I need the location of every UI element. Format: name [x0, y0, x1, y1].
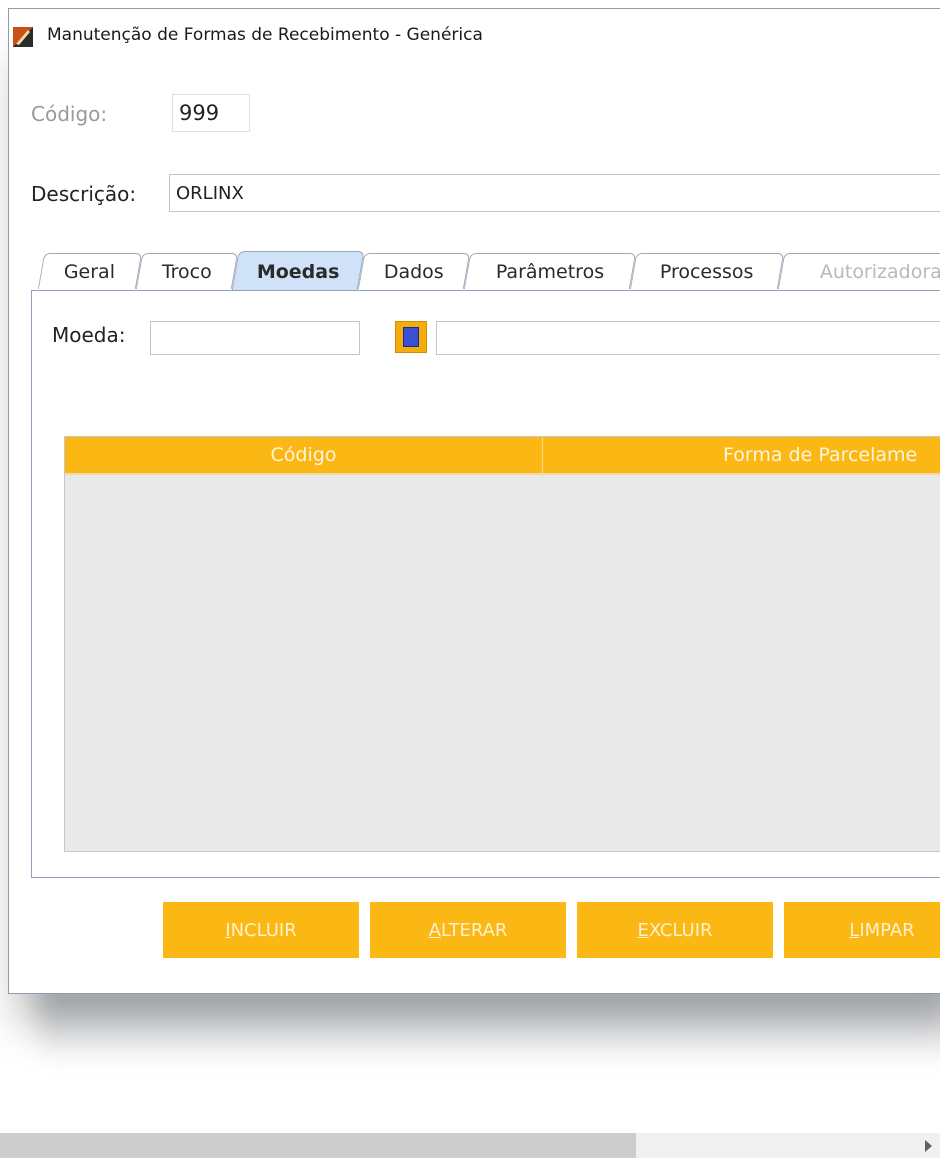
limpar-button[interactable]: L IMPAR: [784, 902, 940, 958]
incluir-button[interactable]: I NCLUIR: [163, 902, 359, 958]
window-title: Manutenção de Formas de Recebimento - Ge…: [47, 25, 483, 45]
lookup-icon: [403, 327, 419, 347]
moeda-description-field: [436, 321, 940, 355]
descricao-field[interactable]: ORLINX: [169, 174, 940, 212]
horizontal-scrollbar[interactable]: [0, 1133, 940, 1158]
moeda-code-field[interactable]: [150, 321, 360, 355]
tab-geral[interactable]: Geral: [37, 253, 143, 289]
moeda-lookup-button[interactable]: [395, 321, 427, 353]
tab-autorizadora: Autorizadora: [777, 253, 940, 289]
column-header-forma-parcelamento[interactable]: Forma de Parcelame: [543, 437, 940, 473]
moedas-panel: Moeda: Código Forma de Parcelame: [31, 290, 940, 878]
parcelamento-grid[interactable]: Código Forma de Parcelame: [64, 436, 940, 852]
alterar-button[interactable]: A LTERAR: [370, 902, 566, 958]
tab-processos[interactable]: Processos: [629, 253, 785, 289]
tab-troco[interactable]: Troco: [135, 253, 239, 289]
scroll-right-arrow-icon[interactable]: [925, 1140, 932, 1152]
descricao-label: Descrição:: [31, 182, 137, 206]
column-header-codigo[interactable]: Código: [65, 437, 543, 473]
scrollbar-thumb[interactable]: [0, 1133, 636, 1158]
app-window: Manutenção de Formas de Recebimento - Ge…: [8, 8, 940, 994]
tab-parametros[interactable]: Parâmetros: [463, 253, 637, 289]
codigo-field[interactable]: 999: [172, 94, 250, 132]
title-bar[interactable]: Manutenção de Formas de Recebimento - Ge…: [9, 9, 940, 57]
tab-strip: Geral Troco Moedas Dados Parâmetros Proc…: [9, 245, 940, 291]
grid-header: Código Forma de Parcelame: [65, 437, 940, 475]
app-icon: [13, 27, 33, 47]
tab-moedas[interactable]: Moedas: [231, 251, 365, 291]
moeda-label: Moeda:: [52, 323, 126, 347]
codigo-label: Código:: [31, 102, 108, 126]
excluir-button[interactable]: E XCLUIR: [577, 902, 773, 958]
window-shadow: [40, 985, 940, 1065]
tab-dados[interactable]: Dados: [357, 253, 471, 289]
